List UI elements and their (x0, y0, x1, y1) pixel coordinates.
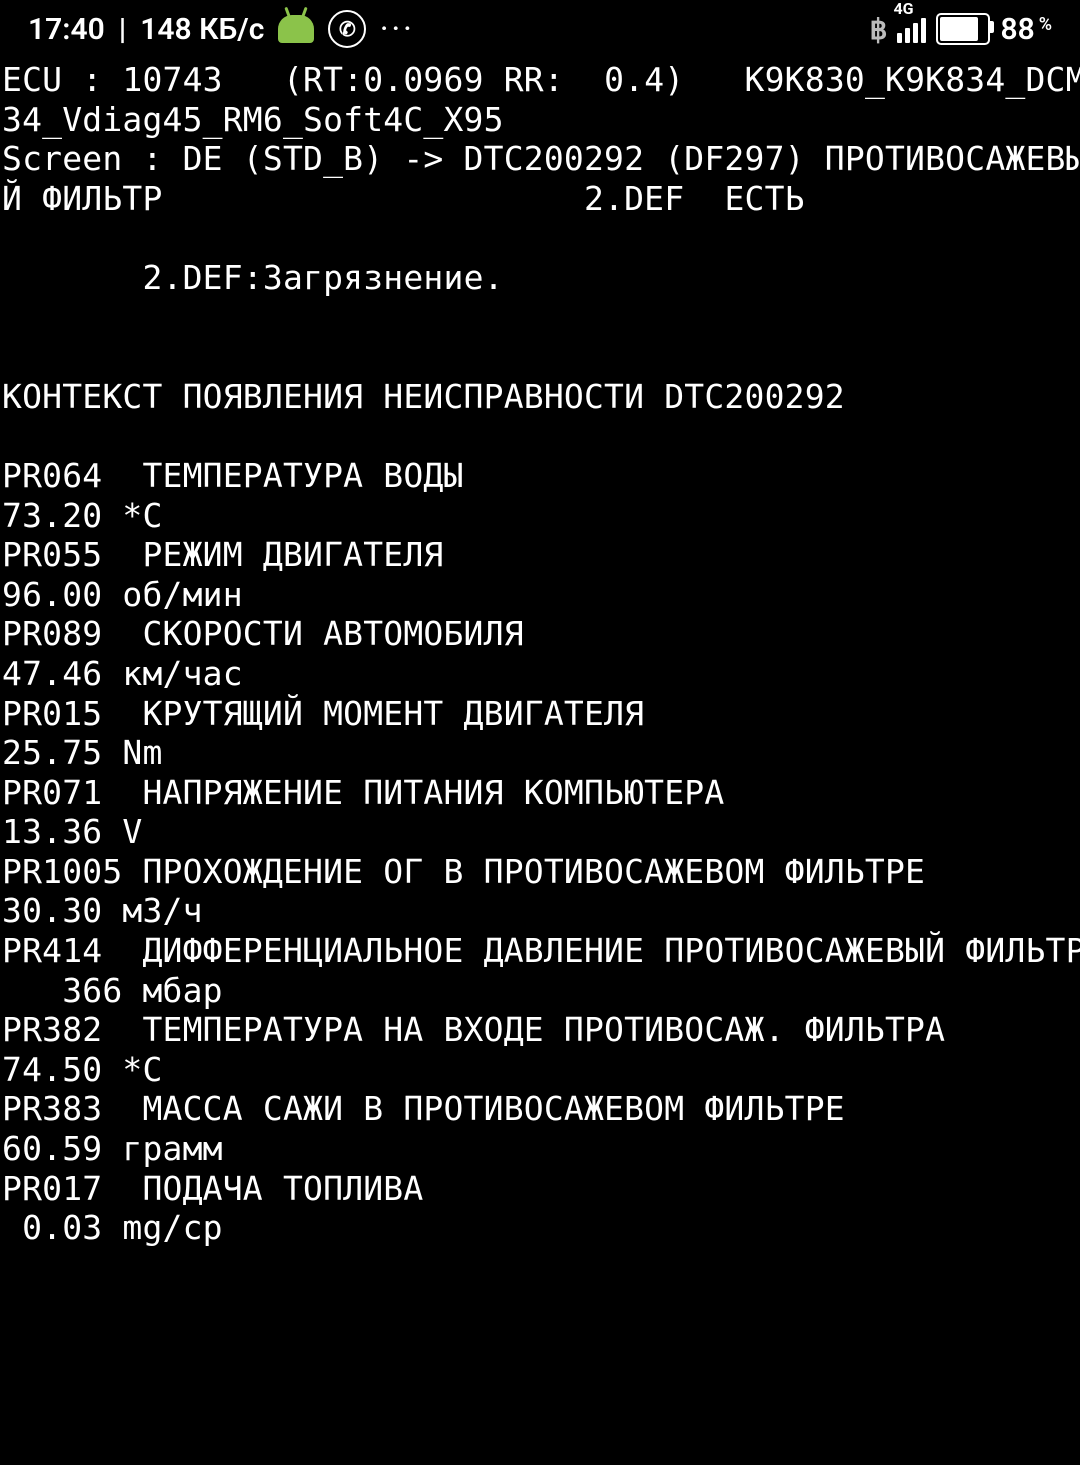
param-PR071-label: PR071 НАПРЯЖЕНИЕ ПИТАНИЯ КОМПЬЮТЕРА (2, 773, 1080, 813)
param-PR414-label: PR414 ДИФФЕРЕНЦИАЛЬНОЕ ДАВЛЕНИЕ ПРОТИВОС… (2, 931, 1080, 971)
battery-pct: 88 (1000, 12, 1034, 47)
more-icon: ··· (380, 14, 415, 44)
param-PR414-value: 366 мбар (2, 971, 1080, 1011)
terminal-output[interactable]: ECU : 10743 (RT:0.0969 RR: 0.4) K9K830_K… (0, 58, 1080, 1248)
param-PR1005-label: PR1005 ПРОХОЖДЕНИЕ ОГ В ПРОТИВОСАЖЕВОМ Ф… (2, 852, 1080, 892)
ecu-line-2: 34_Vdiag45_RM6_Soft4C_X95 (2, 100, 1080, 140)
param-PR015-value: 25.75 Nm (2, 733, 1080, 773)
def-line: 2.DEF:Загрязнение. (2, 258, 1080, 298)
clock: 17:40 (28, 12, 105, 47)
param-PR017-value: 0.03 mg/cp (2, 1208, 1080, 1248)
signal-icon: 4G (897, 15, 926, 43)
param-PR089-value: 47.46 км/час (2, 654, 1080, 694)
param-PR064-label: PR064 ТЕМПЕРАТУРА ВОДЫ (2, 456, 1080, 496)
sep: | (119, 12, 127, 47)
param-PR1005-value: 30.30 м3/ч (2, 891, 1080, 931)
android-icon (278, 15, 314, 43)
param-PR383-value: 60.59 грамм (2, 1129, 1080, 1169)
battery-icon (936, 13, 990, 45)
param-PR071-value: 13.36 V (2, 812, 1080, 852)
param-PR383-label: PR383 МАССА САЖИ В ПРОТИВОСАЖЕВОМ ФИЛЬТР… (2, 1089, 1080, 1129)
param-PR382-label: PR382 ТЕМПЕРАТУРА НА ВХОДЕ ПРОТИВОСАЖ. Ф… (2, 1010, 1080, 1050)
param-PR017-label: PR017 ПОДАЧА ТОПЛИВА (2, 1169, 1080, 1209)
status-bar: 17:40 | 148 КБ/с ✆ ··· ฿ 4G 88 % (0, 0, 1080, 58)
param-PR382-value: 74.50 *C (2, 1050, 1080, 1090)
viber-icon: ✆ (328, 10, 366, 48)
param-PR089-label: PR089 СКОРОСТИ АВТОМОБИЛЯ (2, 614, 1080, 654)
bluetooth-icon: ฿ (870, 13, 888, 46)
pct-symbol: % (1039, 14, 1052, 35)
param-PR055-label: PR055 РЕЖИМ ДВИГАТЕЛЯ 17 (2, 535, 1080, 575)
param-PR064-value: 73.20 *C (2, 496, 1080, 536)
ecu-line-1: ECU : 10743 (RT:0.0969 RR: 0.4) K9K830_K… (2, 60, 1080, 100)
screen-line-2: Й ФИЛЬТР 2.DEF ЕСТЬ (2, 179, 1080, 219)
context-title: КОНТЕКСТ ПОЯВЛЕНИЯ НЕИСПРАВНОСТИ DTC2002… (2, 377, 1080, 417)
param-PR055-value: 96.00 об/мин (2, 575, 1080, 615)
param-PR015-label: PR015 КРУТЯЩИЙ МОМЕНТ ДВИГАТЕЛЯ - (2, 694, 1080, 734)
screen-line-1: Screen : DE (STD_B) -> DTC200292 (DF297)… (2, 139, 1080, 179)
blank (2, 218, 1080, 258)
net-speed: 148 КБ/с (140, 12, 264, 47)
